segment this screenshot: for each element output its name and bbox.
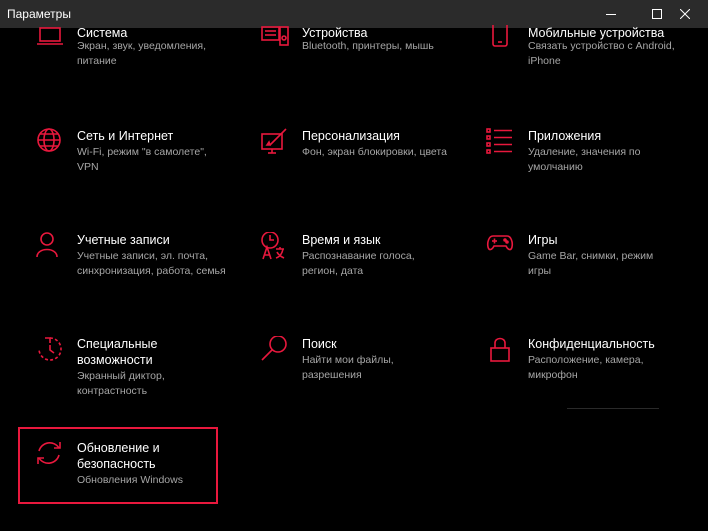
- tile-description: Учетные записи, эл. почта, синхронизация…: [77, 250, 226, 277]
- divider: [567, 408, 659, 409]
- window-title: Параметры: [7, 7, 71, 21]
- globe-icon: [35, 128, 65, 158]
- maximize-icon: [652, 9, 662, 19]
- tile-title: Поиск: [302, 337, 337, 351]
- tile-description: Расположение, камера, микрофон: [528, 354, 644, 381]
- tile-description: Найти мои файлы, разрешения: [302, 354, 394, 381]
- person-icon: [35, 232, 65, 262]
- minimize-button[interactable]: [588, 0, 634, 28]
- phone-icon: [486, 25, 516, 55]
- tile-title: Время и язык: [302, 233, 381, 247]
- tile-time-language[interactable]: Время и язык Распознавание голоса, регио…: [243, 232, 448, 314]
- laptop-icon: [35, 25, 65, 55]
- gamepad-icon: [486, 232, 516, 262]
- tile-accounts[interactable]: Учетные записи Учетные записи, эл. почта…: [18, 232, 226, 314]
- tile-devices[interactable]: Устройства Bluetooth, принтеры, мышь: [243, 25, 448, 107]
- close-button[interactable]: [662, 0, 708, 28]
- accessibility-icon: [35, 336, 65, 366]
- tile-update-security[interactable]: Обновление и безопасность Обновления Win…: [18, 440, 223, 522]
- time-language-icon: [260, 232, 290, 262]
- tile-description: Удаление, значения по умолчанию: [528, 146, 641, 173]
- apps-list-icon: [486, 128, 516, 158]
- tile-description: Экран, звук, уведомления, питание: [77, 40, 207, 67]
- tile-title: Учетные записи: [77, 233, 170, 247]
- title-bar: Параметры: [0, 0, 708, 28]
- tile-apps[interactable]: Приложения Удаление, значения по умолчан…: [469, 128, 674, 210]
- minimize-icon: [606, 14, 616, 15]
- tile-description: Game Bar, снимки, режим игры: [528, 250, 654, 277]
- close-icon: [680, 9, 690, 19]
- tile-title: Приложения: [528, 129, 602, 143]
- tile-description: Экранный диктор, контрастность: [77, 370, 165, 397]
- search-icon: [260, 336, 290, 366]
- tile-description: Связать устройство с Android, iPhone: [528, 40, 675, 67]
- tile-title: Обновление и безопасность: [77, 441, 160, 471]
- tile-privacy[interactable]: Конфиденциальность Расположение, камера,…: [469, 336, 674, 418]
- tile-title: Специальные возможности: [77, 337, 158, 367]
- personalization-icon: [260, 128, 290, 158]
- tile-title: Сеть и Интернет: [77, 129, 174, 143]
- lock-icon: [486, 336, 516, 366]
- tile-description: Wi-Fi, режим "в самолете", VPN: [77, 146, 207, 173]
- tile-gaming[interactable]: Игры Game Bar, снимки, режим игры: [469, 232, 674, 314]
- tile-description: Фон, экран блокировки, цвета: [302, 146, 447, 158]
- tile-title: Конфиденциальность: [528, 337, 655, 351]
- tile-system[interactable]: Система Экран, звук, уведомления, питани…: [18, 25, 223, 107]
- tile-accessibility[interactable]: Специальные возможности Экранный диктор,…: [18, 336, 223, 418]
- tile-description: Распознавание голоса, регион, дата: [302, 250, 415, 277]
- devices-icon: [260, 25, 290, 55]
- settings-grid: Система Экран, звук, уведомления, питани…: [0, 25, 708, 531]
- tile-title: Персонализация: [302, 129, 400, 143]
- tile-personalization[interactable]: Персонализация Фон, экран блокировки, цв…: [243, 128, 448, 210]
- tile-network[interactable]: Сеть и Интернет Wi-Fi, режим "в самолете…: [18, 128, 223, 210]
- tile-description: Обновления Windows: [77, 474, 183, 486]
- tile-mobile[interactable]: Мобильные устройства Связать устройство …: [469, 25, 675, 107]
- refresh-icon: [35, 440, 65, 470]
- tile-description: Bluetooth, принтеры, мышь: [302, 40, 434, 52]
- tile-title: Игры: [528, 233, 558, 247]
- tile-search[interactable]: Поиск Найти мои файлы, разрешения: [243, 336, 448, 418]
